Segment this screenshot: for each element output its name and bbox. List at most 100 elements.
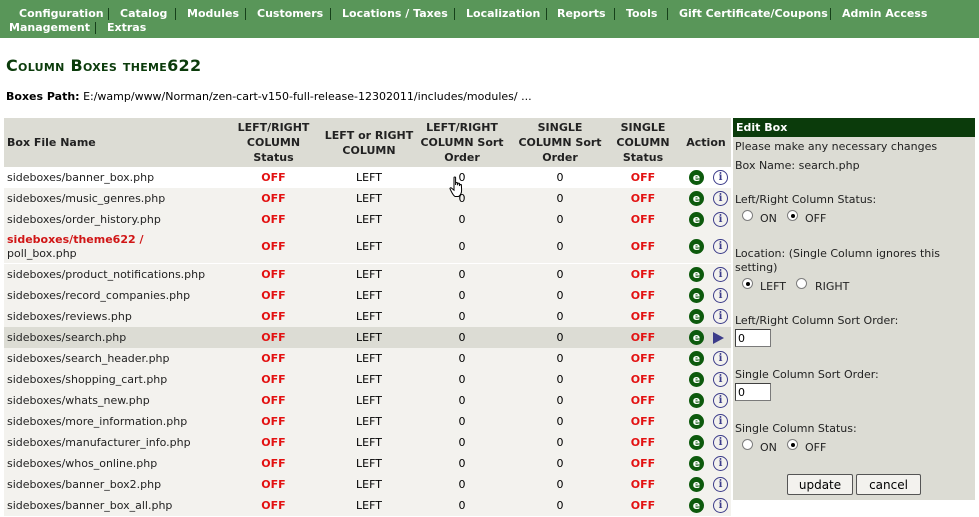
menu-extras[interactable]: Extras xyxy=(107,21,146,35)
action-edit-cell: e xyxy=(689,188,704,209)
update-button[interactable]: update xyxy=(787,474,853,495)
action-info-cell: i xyxy=(713,495,728,516)
menu-separator xyxy=(667,8,668,20)
menu-localization[interactable]: Localization xyxy=(466,7,540,21)
single-sort-input[interactable] xyxy=(735,383,771,401)
location-left-radio[interactable] xyxy=(742,278,753,289)
info-icon[interactable]: i xyxy=(713,267,728,282)
single-status-off-radio[interactable] xyxy=(787,439,798,450)
action-info-cell: i xyxy=(713,264,728,285)
menu-separator xyxy=(245,8,246,20)
location-right-radio[interactable] xyxy=(796,278,807,289)
table-row[interactable]: sideboxes/whats_new.php OFF LEFT 0 0 OFF e i xyxy=(4,390,731,411)
cell-lr-sort-order: 0 xyxy=(458,331,466,344)
cancel-button[interactable]: cancel xyxy=(856,474,921,495)
single-status-off-label: OFF xyxy=(805,441,827,454)
table-row[interactable]: sideboxes/whos_online.php OFF LEFT 0 0 OFF e i xyxy=(4,453,731,474)
table-row[interactable]: sideboxes/banner_box_all.php OFF LEFT 0 0 OFF… xyxy=(4,495,731,516)
edit-icon[interactable]: e xyxy=(689,212,704,227)
edit-icon[interactable]: e xyxy=(689,435,704,450)
table-row[interactable]: sideboxes/search.php OFF LEFT 0 0 OFF e xyxy=(4,327,731,348)
menu-admin-access-management[interactable]: Admin Access xyxy=(842,7,979,21)
cell-location: LEFT xyxy=(356,289,382,302)
table-row[interactable]: sideboxes/record_companies.php OFF LEFT 0 0 O… xyxy=(4,285,731,306)
cell-location: LEFT xyxy=(356,478,382,491)
edit-box-box-name: Box Name: search.php xyxy=(735,159,860,172)
edit-icon[interactable]: e xyxy=(689,477,704,492)
edit-icon[interactable]: e xyxy=(689,414,704,429)
action-info-cell: i xyxy=(713,285,728,306)
info-icon[interactable]: i xyxy=(713,212,728,227)
edit-icon[interactable]: e xyxy=(689,393,704,408)
menu-reports[interactable]: Reports xyxy=(557,7,606,21)
cell-lr-sort-order: 0 xyxy=(458,310,466,323)
menu-gift-certificate-coupons[interactable]: Gift Certificate/Coupons xyxy=(679,7,828,21)
action-edit-cell: e xyxy=(689,167,704,188)
cell-lr-sort-order: 0 xyxy=(458,352,466,365)
menu-customers[interactable]: Customers xyxy=(257,7,323,21)
edit-icon[interactable]: e xyxy=(689,372,704,387)
table-row[interactable]: sideboxes/banner_box2.php OFF LEFT 0 0 OFF e i xyxy=(4,474,731,495)
menu-admin-access-management-wrap[interactable]: Management xyxy=(9,21,90,35)
info-icon[interactable]: i xyxy=(713,498,728,513)
single-status-on-radio[interactable] xyxy=(742,439,753,450)
cell-lr-status: OFF xyxy=(261,171,286,184)
table-row[interactable]: sideboxes/search_header.php OFF LEFT 0 0 OFF e… xyxy=(4,348,731,369)
table-row[interactable]: sideboxes/music_genres.php OFF LEFT 0 0 OFF e i xyxy=(4,188,731,209)
cell-location: LEFT xyxy=(356,331,382,344)
info-icon[interactable]: i xyxy=(713,191,728,206)
edit-icon[interactable]: e xyxy=(689,351,704,366)
header-action: Action xyxy=(686,136,726,149)
cell-lr-status: OFF xyxy=(261,192,286,205)
info-icon[interactable]: i xyxy=(713,456,728,471)
table-row[interactable]: sideboxes/more_information.php OFF LEFT 0 0 O… xyxy=(4,411,731,432)
edit-icon[interactable]: e xyxy=(689,498,704,513)
edit-icon[interactable]: e xyxy=(689,456,704,471)
edit-icon[interactable]: e xyxy=(689,191,704,206)
action-info-cell: i xyxy=(713,432,728,453)
info-icon[interactable]: i xyxy=(713,351,728,366)
info-icon[interactable]: i xyxy=(713,414,728,429)
cell-location: LEFT xyxy=(356,352,382,365)
lr-sort-input[interactable] xyxy=(735,329,771,347)
cell-single-status: OFF xyxy=(630,478,656,491)
cell-location: LEFT xyxy=(356,436,382,449)
info-icon[interactable]: i xyxy=(713,435,728,450)
edit-icon[interactable]: e xyxy=(689,267,704,282)
info-icon[interactable]: i xyxy=(713,288,728,303)
table-row[interactable]: sideboxes/reviews.php OFF LEFT 0 0 OFF e i xyxy=(4,306,731,327)
cell-location: LEFT xyxy=(356,499,382,512)
edit-icon[interactable]: e xyxy=(689,239,704,254)
action-edit-cell: e xyxy=(689,306,704,327)
info-icon[interactable]: i xyxy=(713,309,728,324)
edit-icon[interactable]: e xyxy=(689,330,704,345)
cell-lr-status: OFF xyxy=(261,457,286,470)
edit-icon[interactable]: e xyxy=(689,309,704,324)
cell-single-sort-order: 0 xyxy=(556,331,564,344)
menu-configuration[interactable]: Configuration xyxy=(19,7,104,21)
table-row[interactable]: sideboxes/order_history.php OFF LEFT 0 0 OFF e… xyxy=(4,209,731,230)
table-row[interactable]: sideboxes/manufacturer_info.php OFF LEFT 0 0… xyxy=(4,432,731,453)
info-icon[interactable]: i xyxy=(713,372,728,387)
cell-single-status: OFF xyxy=(630,171,656,184)
table-row[interactable]: sideboxes/shopping_cart.php OFF LEFT 0 0 OFF e… xyxy=(4,369,731,390)
cell-lr-sort-order: 0 xyxy=(458,240,466,253)
lr-status-on-radio[interactable] xyxy=(742,210,753,221)
lr-status-off-radio[interactable] xyxy=(787,210,798,221)
cell-single-status: OFF xyxy=(630,415,656,428)
edit-icon[interactable]: e xyxy=(689,288,704,303)
table-row[interactable]: sideboxes/banner_box.php OFF LEFT 0 0 OFF e i xyxy=(4,167,731,188)
info-icon[interactable]: i xyxy=(713,393,728,408)
info-icon[interactable]: i xyxy=(713,239,728,254)
menu-catalog[interactable]: Catalog xyxy=(120,7,167,21)
cell-location: LEFT xyxy=(356,171,382,184)
table-row[interactable]: sideboxes/product_notifications.php OFF LE… xyxy=(4,264,731,285)
edit-icon[interactable]: e xyxy=(689,170,704,185)
menu-tools[interactable]: Tools xyxy=(626,7,657,21)
table-row[interactable]: sideboxes/theme622 /poll_box.php OFF LEFT 0… xyxy=(4,230,731,263)
info-icon[interactable]: i xyxy=(713,170,728,185)
info-icon[interactable]: i xyxy=(713,477,728,492)
cell-location: LEFT xyxy=(356,394,382,407)
menu-modules[interactable]: Modules xyxy=(187,7,239,21)
menu-locations-taxes[interactable]: Locations / Taxes xyxy=(342,7,448,21)
